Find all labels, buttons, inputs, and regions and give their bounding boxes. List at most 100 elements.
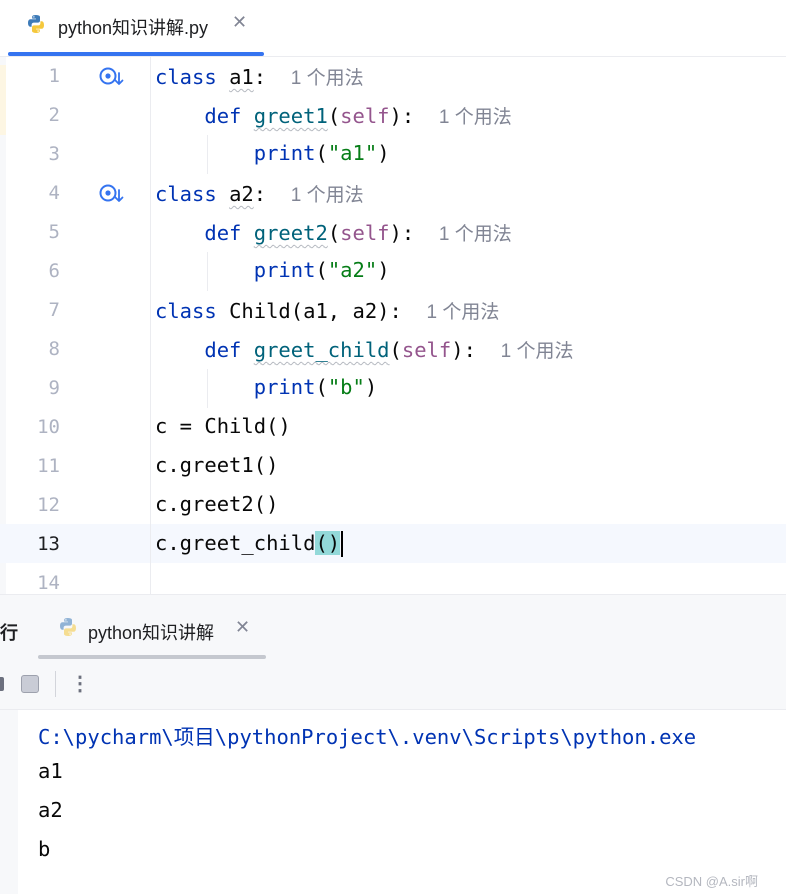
code-line-4: 4 class a2: 1 个用法 <box>0 174 786 213</box>
code-text: def greet2(self): 1 个用法 <box>155 219 512 246</box>
string-literal: "b" <box>327 375 365 399</box>
punctuation: ) <box>364 375 378 399</box>
editor-tab-title: python知识讲解.py <box>58 18 209 38</box>
punctuation: ( <box>315 375 328 399</box>
close-icon[interactable]: ✕ <box>235 617 250 638</box>
code-line-11: 11 c.greet1() <box>0 447 786 486</box>
usage-hint[interactable]: 1 个用法 <box>291 68 364 89</box>
builtin-print: print <box>253 141 316 165</box>
run-tab-title: python知识讲解 <box>88 623 215 643</box>
self-param: self <box>340 221 390 245</box>
implemented-down-icon[interactable] <box>98 182 124 206</box>
run-panel-label[interactable]: 行 <box>0 619 18 645</box>
console-output-line: a2 <box>38 798 63 822</box>
active-tab-indicator <box>8 52 264 56</box>
matched-brackets: () <box>315 531 341 555</box>
python-file-icon <box>28 15 44 33</box>
string-literal: "a1" <box>327 141 378 165</box>
toolbar-separator <box>55 671 56 697</box>
rerun-icon[interactable] <box>0 677 4 691</box>
code-line-1: 1 class a1: 1 个用法 <box>0 57 786 96</box>
function-name: greet_child <box>253 338 390 362</box>
code-line-9: 9 print("b") <box>0 369 786 408</box>
keyword-class: class <box>155 299 217 323</box>
keyword-class: class <box>155 65 217 89</box>
editor-tab-python-file[interactable]: python知识讲解.py ✕ <box>8 0 264 56</box>
code-editor[interactable]: 1 class a1: 1 个用法 2 def greet1(self): 1 … <box>0 57 786 594</box>
function-name: greet2 <box>253 221 328 245</box>
usage-hint[interactable]: 1 个用法 <box>291 185 364 206</box>
line-number: 11 <box>37 455 60 477</box>
run-tab-python[interactable]: python知识讲解 ✕ <box>38 595 266 659</box>
line-number: 4 <box>48 182 60 204</box>
python-run-icon <box>60 618 76 636</box>
implemented-down-icon[interactable] <box>98 65 124 89</box>
line-number: 13 <box>37 533 60 555</box>
usage-hint[interactable]: 1 个用法 <box>439 107 512 128</box>
punctuation: ) <box>377 141 390 165</box>
keyword-def: def <box>204 338 242 362</box>
code-line-3: 3 print("a1") <box>0 135 786 174</box>
close-icon[interactable]: ✕ <box>232 12 247 33</box>
code-line-12: 12 c.greet2() <box>0 486 786 525</box>
watermark: CSDN @A.sir啊 <box>665 874 758 889</box>
code-text: class Child(a1, a2): 1 个用法 <box>155 297 499 324</box>
code-text: c = Child() <box>155 414 291 438</box>
code-text: def greet_child(self): 1 个用法 <box>155 336 573 363</box>
line-number: 8 <box>48 338 60 360</box>
punctuation: ( <box>327 104 341 128</box>
punctuation: : <box>253 182 267 206</box>
run-console[interactable]: C:\pycharm\项目\pythonProject\.venv\Script… <box>0 710 786 894</box>
line-number: 7 <box>48 299 60 321</box>
self-param: self <box>401 338 452 362</box>
call-expression: c.greet_child <box>155 531 316 555</box>
code-line-14: 14 <box>0 564 786 594</box>
code-line-6: 6 print("a2") <box>0 252 786 291</box>
stop-icon[interactable] <box>21 675 39 693</box>
keyword-class: class <box>155 182 217 206</box>
code-line-13: 13 c.greet_child() <box>0 525 786 564</box>
code-line-2: 2 def greet1(self): 1 个用法 <box>0 96 786 135</box>
line-number: 6 <box>48 260 60 282</box>
code-text: c.greet_child() <box>155 531 344 557</box>
code-text: print("b") <box>155 375 377 399</box>
code-text: print("a1") <box>155 141 390 165</box>
line-number: 2 <box>48 104 60 126</box>
self-param: self <box>340 104 390 128</box>
console-output-line: a1 <box>38 759 63 783</box>
code-line-10: 10 c = Child() <box>0 408 786 447</box>
punctuation: ( <box>327 221 341 245</box>
class-name: a2 <box>229 182 254 206</box>
punctuation: ): <box>389 104 415 128</box>
line-number: 3 <box>48 143 60 165</box>
builtin-print: print <box>253 258 316 282</box>
class-name: a1 <box>229 65 254 89</box>
code-text: class a1: 1 个用法 <box>155 63 364 90</box>
code-line-7: 7 class Child(a1, a2): 1 个用法 <box>0 291 786 330</box>
code-line-5: 5 def greet2(self): 1 个用法 <box>0 213 786 252</box>
code-text: def greet1(self): 1 个用法 <box>155 102 512 129</box>
punctuation: ) <box>377 258 390 282</box>
line-number: 12 <box>37 494 60 516</box>
string-literal: "a2" <box>327 258 378 282</box>
console-left-strip <box>0 710 18 894</box>
line-number: 1 <box>48 65 60 87</box>
line-number: 14 <box>37 572 60 594</box>
usage-hint[interactable]: 1 个用法 <box>439 224 512 245</box>
usage-hint[interactable]: 1 个用法 <box>427 302 500 323</box>
more-vertical-icon[interactable]: ⋮ <box>70 671 90 697</box>
text-caret <box>341 531 344 557</box>
code-line-8: 8 def greet_child(self): 1 个用法 <box>0 330 786 369</box>
run-panel-header: 行 python知识讲解 ✕ <box>0 594 786 659</box>
code-text: c.greet1() <box>155 453 279 477</box>
line-number: 9 <box>48 377 60 399</box>
punctuation: : <box>253 65 267 89</box>
punctuation: ( <box>389 338 402 362</box>
code-text: c.greet2() <box>155 492 279 516</box>
line-number: 10 <box>37 416 60 438</box>
line-number: 5 <box>48 221 60 243</box>
code-text: print("a2") <box>155 258 390 282</box>
builtin-print: print <box>253 375 316 399</box>
usage-hint[interactable]: 1 个用法 <box>501 341 574 362</box>
punctuation: ( <box>315 258 328 282</box>
